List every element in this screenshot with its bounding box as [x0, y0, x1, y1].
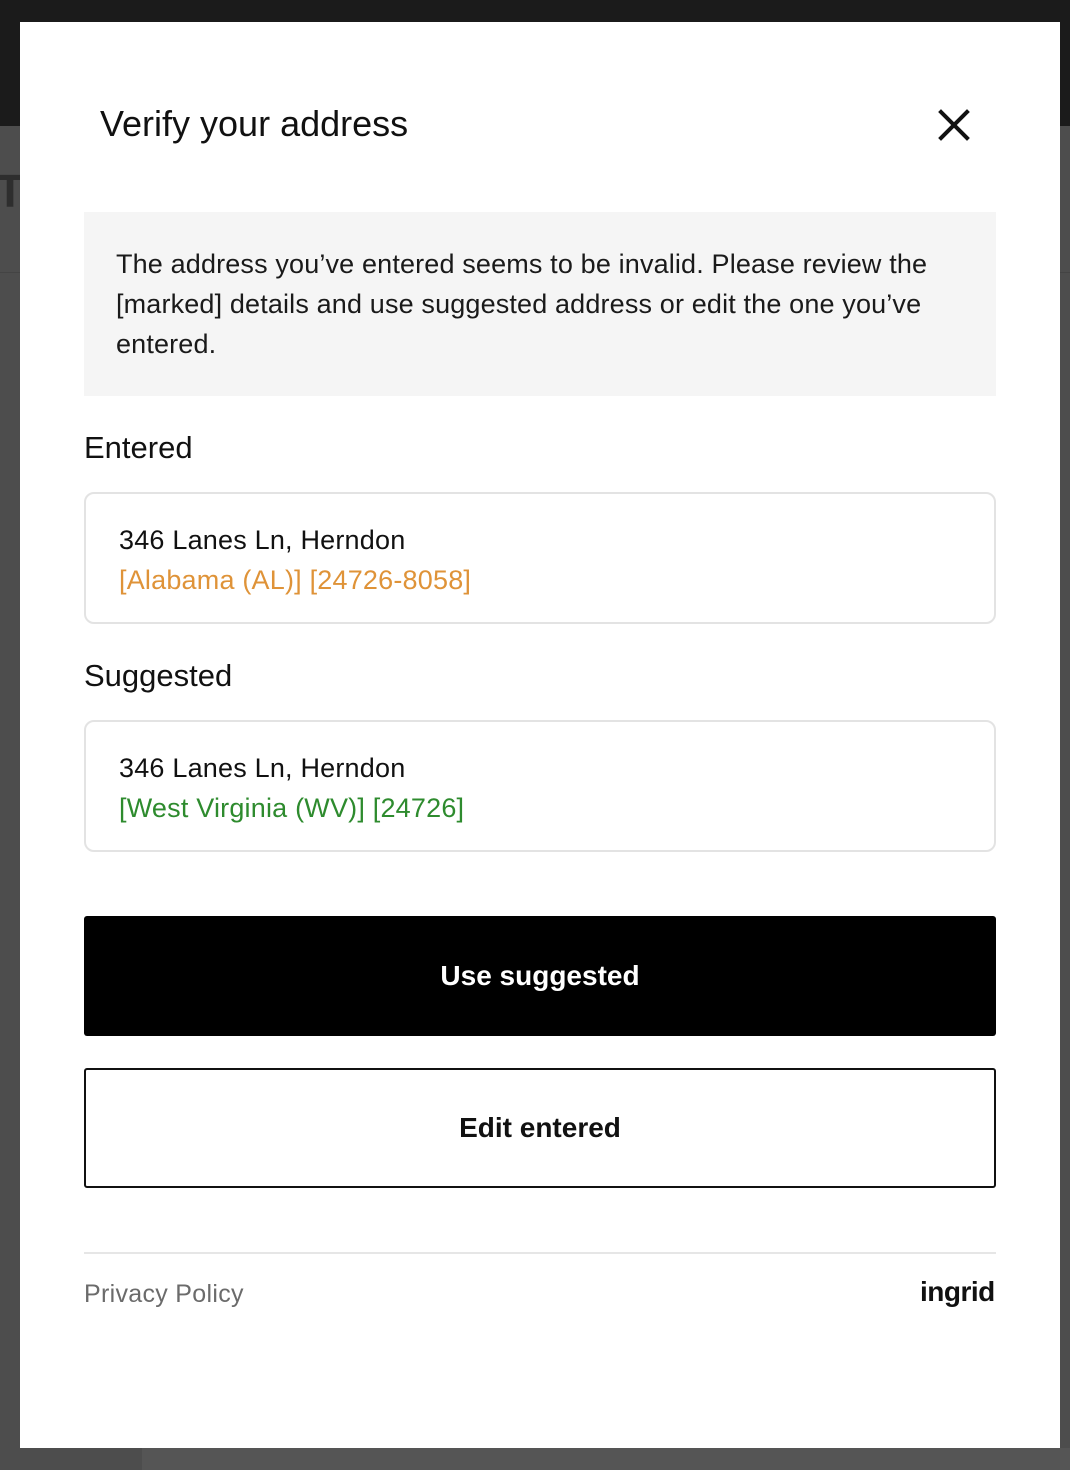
invalid-address-notice: The address you’ve entered seems to be i…	[84, 212, 996, 396]
close-icon	[938, 109, 970, 141]
entered-address-marked-details: [Alabama (AL)] [24726-8058]	[119, 565, 472, 595]
entered-address-card: 346 Lanes Ln, Herndon [Alabama (AL)] [24…	[84, 492, 996, 624]
footer-divider	[84, 1252, 996, 1254]
suggested-address-line1: 346 Lanes Ln, Herndon	[119, 753, 406, 783]
suggested-address-card: 346 Lanes Ln, Herndon [West Virginia (WV…	[84, 720, 996, 852]
edit-entered-button[interactable]: Edit entered	[84, 1068, 996, 1188]
use-suggested-button[interactable]: Use suggested	[84, 916, 996, 1036]
entered-label: Entered	[84, 430, 193, 465]
suggested-address-corrected-details: [West Virginia (WV)] [24726]	[119, 793, 465, 823]
entered-address-line1: 346 Lanes Ln, Herndon	[119, 525, 406, 555]
suggested-label: Suggested	[84, 658, 233, 693]
backdrop-panel	[142, 1448, 1070, 1470]
privacy-policy-link[interactable]: Privacy Policy	[84, 1276, 244, 1312]
ingrid-logo: ingrid	[920, 1276, 995, 1307]
dialog-title: Verify your address	[100, 103, 409, 144]
verify-address-dialog: Verify your address The address you’ve e…	[20, 22, 1060, 1448]
notice-text: The address you’ve entered seems to be i…	[116, 249, 928, 359]
close-button[interactable]	[928, 102, 980, 148]
